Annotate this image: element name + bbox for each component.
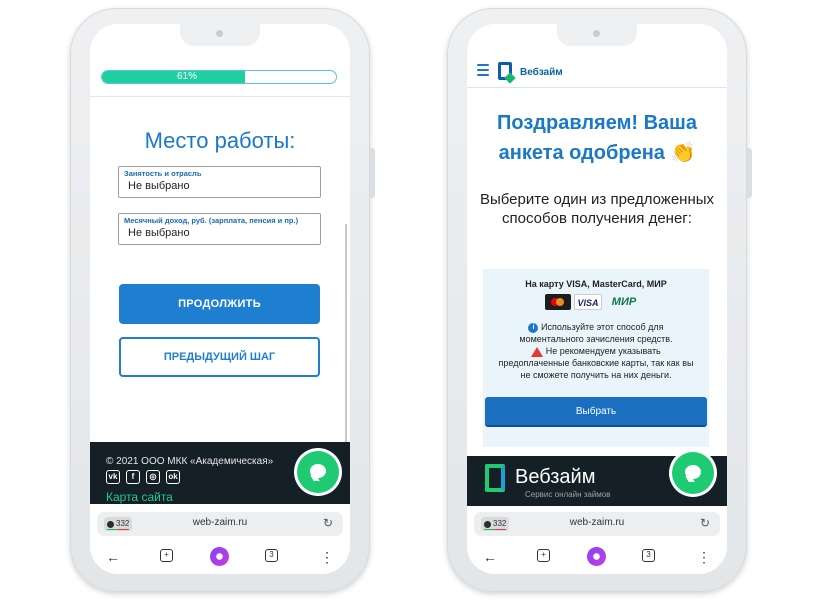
- instagram-icon[interactable]: ◎: [146, 470, 160, 484]
- previous-step-button[interactable]: ПРЕДЫДУЩИЙ ШАГ: [119, 337, 320, 377]
- vk-icon[interactable]: vk: [106, 470, 120, 484]
- side-button: [747, 148, 752, 198]
- address-bar[interactable]: 332 web-zaim.ru ↻: [474, 512, 720, 536]
- footer-subtitle: Сервис онлайн займов: [525, 490, 611, 499]
- warning-text: Не рекомендуем указывать предоплаченные …: [498, 346, 694, 380]
- visa-icon: VISA: [574, 294, 602, 310]
- info-text: Используйте этот способ для моментальног…: [519, 322, 673, 344]
- income-field[interactable]: Месячный доход, руб. (зарплата, пенсия и…: [118, 213, 321, 245]
- tabs-button[interactable]: 3: [265, 549, 278, 562]
- facebook-icon[interactable]: f: [126, 470, 140, 484]
- new-tab-icon[interactable]: +: [160, 549, 173, 562]
- method-info: i Используйте этот способ для моментальн…: [497, 321, 695, 381]
- odnoklassniki-icon[interactable]: ok: [166, 470, 180, 484]
- footer-logo-icon: [485, 464, 505, 492]
- url-text: web-zaim.ru: [569, 517, 625, 528]
- reload-icon[interactable]: ↻: [323, 516, 333, 530]
- sitemap-link[interactable]: Карта сайта: [106, 490, 173, 504]
- employment-field[interactable]: Занятость и отрасль Не выбрано: [118, 166, 321, 198]
- copyright: © 2021 ООО МКК «Академическая»: [106, 456, 274, 467]
- select-button[interactable]: Выбрать: [485, 397, 707, 427]
- divider: [90, 96, 350, 97]
- phone-left: 61% Место работы: Занятость и отрасль Не…: [70, 8, 375, 592]
- back-icon[interactable]: ←: [106, 549, 120, 565]
- camera-icon: [216, 30, 223, 37]
- chat-icon[interactable]: [672, 452, 714, 494]
- brand-name[interactable]: Вебзайм: [520, 67, 563, 78]
- more-menu-icon[interactable]: ⋮: [697, 549, 711, 566]
- choose-method-text: Выберите один из предложенных способов п…: [479, 191, 715, 227]
- page-title: Место работы:: [144, 128, 296, 153]
- more-menu-icon[interactable]: ⋮: [320, 549, 334, 566]
- notch: [180, 24, 260, 46]
- card-logos: VISA МИР: [545, 294, 643, 310]
- footer-brand: Вебзайм: [515, 466, 596, 488]
- scrollbar[interactable]: [345, 224, 347, 444]
- field-label: Занятость и отрасль: [124, 169, 202, 178]
- social-links: vk f ◎ ok: [106, 470, 180, 484]
- back-icon[interactable]: ←: [483, 549, 497, 565]
- field-value: Не выбрано: [128, 180, 190, 192]
- screen-right: Вебзайм Поздравляем! Ваша анкета одобрен…: [467, 24, 727, 574]
- chat-icon[interactable]: [297, 451, 339, 493]
- new-tab-icon[interactable]: +: [537, 549, 550, 562]
- notch: [557, 24, 637, 46]
- mastercard-icon: [545, 294, 571, 310]
- mir-icon: МИР: [611, 296, 637, 308]
- side-button: [370, 148, 375, 198]
- screen-left: 61% Место работы: Занятость и отрасль Не…: [90, 24, 350, 574]
- site-header: Вебзайм: [467, 58, 727, 88]
- progress-label: 61%: [176, 71, 197, 82]
- method-title: На карту VISA, MasterCard, МИР: [525, 279, 667, 289]
- logo-icon[interactable]: [498, 62, 512, 80]
- payout-method-card: На карту VISA, MasterCard, МИР VISA МИР …: [483, 269, 709, 447]
- assistant-icon[interactable]: [587, 547, 606, 566]
- warning-icon: [531, 346, 544, 357]
- menu-icon[interactable]: [477, 64, 489, 79]
- continue-button[interactable]: ПРОДОЛЖИТЬ: [119, 284, 320, 324]
- progress-bar: 61%: [101, 70, 337, 84]
- info-icon: i: [528, 322, 539, 333]
- camera-icon: [593, 30, 600, 37]
- phone-right: Вебзайм Поздравляем! Ваша анкета одобрен…: [447, 8, 752, 592]
- browser-navbar: ← + 3 ⋮: [90, 540, 350, 574]
- congrats-heading: Поздравляем! Ваша анкета одобрена 👏: [497, 112, 697, 164]
- reload-icon[interactable]: ↻: [700, 516, 710, 530]
- field-value: Не выбрано: [128, 227, 190, 239]
- address-bar[interactable]: 332 web-zaim.ru ↻: [97, 512, 343, 536]
- browser-navbar: ← + 3 ⋮: [467, 540, 727, 574]
- field-label: Месячный доход, руб. (зарплата, пенсия и…: [124, 216, 299, 225]
- tabs-button[interactable]: 3: [642, 549, 655, 562]
- assistant-icon[interactable]: [210, 547, 229, 566]
- url-text: web-zaim.ru: [192, 517, 248, 528]
